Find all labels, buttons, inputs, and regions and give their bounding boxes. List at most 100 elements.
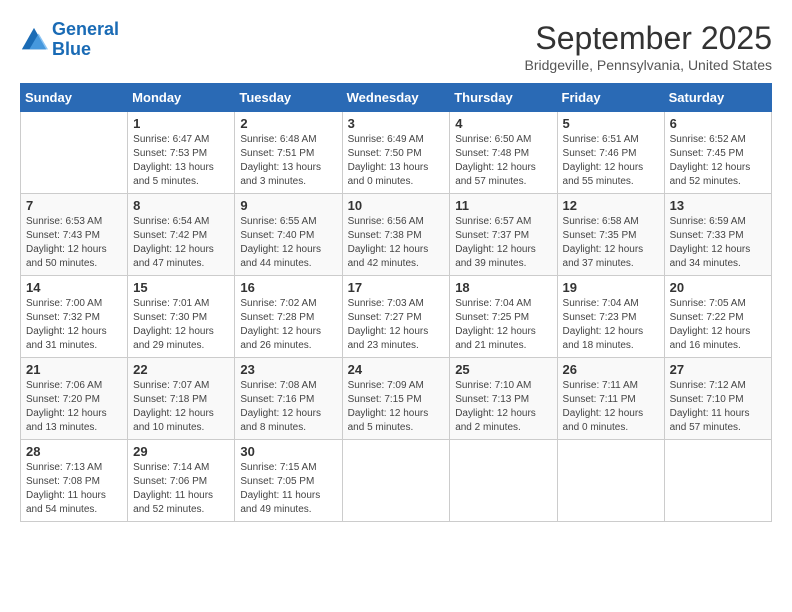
calendar-cell: 29 Sunrise: 7:14 AM Sunset: 7:06 PM Dayli… [128,440,235,522]
page-header: General Blue September 2025 Bridgeville,… [20,20,772,73]
calendar-cell: 30 Sunrise: 7:15 AM Sunset: 7:05 PM Dayli… [235,440,342,522]
calendar-cell: 22Sunrise: 7:07 AM Sunset: 7:18 PM Dayli… [128,358,235,440]
calendar-cell: 12 Sunrise: 6:58 AM Sunset: 7:35 PM Dayli… [557,194,664,276]
day-info: Sunrise: 7:01 AM Sunset: 7:30 PM Dayligh… [133,297,229,353]
day-info: Sunrise: 7:05 AM Sunset: 7:22 PM Dayligh… [670,297,766,353]
title-block: September 2025 Bridgeville, Pennsylvania… [525,20,772,73]
week-row-4: 21 Sunrise: 7:06 AM Sunset: 7:20 PM Dayli… [21,358,772,440]
day-number: 19 [563,280,659,295]
day-number: 21 [26,362,122,377]
calendar-cell: 26 Sunrise: 7:11 AM Sunset: 7:11 PM Dayli… [557,358,664,440]
day-number: 6 [670,116,766,131]
day-info: Sunrise: 7:11 AM Sunset: 7:11 PM Dayligh… [563,379,659,435]
calendar-cell: 18Sunrise: 7:04 AM Sunset: 7:25 PM Dayli… [450,276,557,358]
day-number: 3 [348,116,445,131]
calendar-cell: 21 Sunrise: 7:06 AM Sunset: 7:20 PM Dayli… [21,358,128,440]
day-number: 7 [26,198,122,213]
calendar-cell: 5Sunrise: 6:51 AM Sunset: 7:46 PM Daylig… [557,112,664,194]
calendar-cell: 15 Sunrise: 7:01 AM Sunset: 7:30 PM Dayli… [128,276,235,358]
calendar-cell: 11 Sunrise: 6:57 AM Sunset: 7:37 PM Dayli… [450,194,557,276]
calendar-cell: 13 Sunrise: 6:59 AM Sunset: 7:33 PM Dayli… [664,194,771,276]
calendar-cell: 10 Sunrise: 6:56 AM Sunset: 7:38 PM Dayli… [342,194,450,276]
calendar-cell: 4 Sunrise: 6:50 AM Sunset: 7:48 PM Daylig… [450,112,557,194]
day-number: 25 [455,362,551,377]
calendar-cell: 14Sunrise: 7:00 AM Sunset: 7:32 PM Dayli… [21,276,128,358]
calendar-cell: 9 Sunrise: 6:55 AM Sunset: 7:40 PM Daylig… [235,194,342,276]
calendar-cell [557,440,664,522]
day-number: 11 [455,198,551,213]
day-info: Sunrise: 6:47 AM Sunset: 7:53 PM Dayligh… [133,133,229,189]
calendar-cell: 24Sunrise: 7:09 AM Sunset: 7:15 PM Dayli… [342,358,450,440]
day-number: 23 [240,362,336,377]
day-info: Sunrise: 6:54 AM Sunset: 7:42 PM Dayligh… [133,215,229,271]
day-info: Sunrise: 7:04 AM Sunset: 7:25 PM Dayligh… [455,297,551,353]
day-number: 20 [670,280,766,295]
day-number: 1 [133,116,229,131]
day-number: 13 [670,198,766,213]
day-number: 15 [133,280,229,295]
day-number: 16 [240,280,336,295]
day-number: 10 [348,198,445,213]
day-info: Sunrise: 6:57 AM Sunset: 7:37 PM Dayligh… [455,215,551,271]
calendar-cell [21,112,128,194]
day-info: Sunrise: 6:58 AM Sunset: 7:35 PM Dayligh… [563,215,659,271]
calendar-cell: 2Sunrise: 6:48 AM Sunset: 7:51 PM Daylig… [235,112,342,194]
day-info: Sunrise: 7:15 AM Sunset: 7:05 PM Dayligh… [240,461,336,517]
week-row-5: 28 Sunrise: 7:13 AM Sunset: 7:08 PM Dayli… [21,440,772,522]
day-number: 28 [26,444,122,459]
logo: General Blue [20,20,119,60]
day-info: Sunrise: 7:14 AM Sunset: 7:06 PM Dayligh… [133,461,229,517]
day-info: Sunrise: 7:03 AM Sunset: 7:27 PM Dayligh… [348,297,445,353]
calendar-table: SundayMondayTuesdayWednesdayThursdayFrid… [20,83,772,522]
calendar-cell [450,440,557,522]
day-info: Sunrise: 6:50 AM Sunset: 7:48 PM Dayligh… [455,133,551,189]
logo-text: General Blue [52,20,119,60]
logo-icon [20,26,48,54]
day-number: 4 [455,116,551,131]
day-number: 5 [563,116,659,131]
calendar-cell: 17Sunrise: 7:03 AM Sunset: 7:27 PM Dayli… [342,276,450,358]
day-info: Sunrise: 6:55 AM Sunset: 7:40 PM Dayligh… [240,215,336,271]
day-info: Sunrise: 6:53 AM Sunset: 7:43 PM Dayligh… [26,215,122,271]
calendar-cell: 28 Sunrise: 7:13 AM Sunset: 7:08 PM Dayli… [21,440,128,522]
day-number: 12 [563,198,659,213]
month-year: September 2025 [525,20,772,57]
day-info: Sunrise: 7:08 AM Sunset: 7:16 PM Dayligh… [240,379,336,435]
calendar-cell: 8 Sunrise: 6:54 AM Sunset: 7:42 PM Daylig… [128,194,235,276]
day-info: Sunrise: 7:10 AM Sunset: 7:13 PM Dayligh… [455,379,551,435]
day-info: Sunrise: 6:56 AM Sunset: 7:38 PM Dayligh… [348,215,445,271]
day-info: Sunrise: 7:00 AM Sunset: 7:32 PM Dayligh… [26,297,122,353]
day-info: Sunrise: 6:52 AM Sunset: 7:45 PM Dayligh… [670,133,766,189]
day-info: Sunrise: 6:48 AM Sunset: 7:51 PM Dayligh… [240,133,336,189]
day-number: 26 [563,362,659,377]
calendar-cell: 27 Sunrise: 7:12 AM Sunset: 7:10 PM Dayli… [664,358,771,440]
calendar-cell: 6 Sunrise: 6:52 AM Sunset: 7:45 PM Daylig… [664,112,771,194]
day-header-friday: Friday [557,84,664,112]
day-info: Sunrise: 6:49 AM Sunset: 7:50 PM Dayligh… [348,133,445,189]
day-header-saturday: Saturday [664,84,771,112]
day-number: 27 [670,362,766,377]
day-number: 9 [240,198,336,213]
day-number: 24 [348,362,445,377]
day-info: Sunrise: 7:12 AM Sunset: 7:10 PM Dayligh… [670,379,766,435]
calendar-cell: 19 Sunrise: 7:04 AM Sunset: 7:23 PM Dayli… [557,276,664,358]
day-info: Sunrise: 7:13 AM Sunset: 7:08 PM Dayligh… [26,461,122,517]
day-header-wednesday: Wednesday [342,84,450,112]
day-info: Sunrise: 7:02 AM Sunset: 7:28 PM Dayligh… [240,297,336,353]
calendar-cell: 16 Sunrise: 7:02 AM Sunset: 7:28 PM Dayli… [235,276,342,358]
day-header-monday: Monday [128,84,235,112]
day-info: Sunrise: 6:59 AM Sunset: 7:33 PM Dayligh… [670,215,766,271]
day-number: 8 [133,198,229,213]
day-number: 29 [133,444,229,459]
calendar-header-row: SundayMondayTuesdayWednesdayThursdayFrid… [21,84,772,112]
calendar-cell: 7 Sunrise: 6:53 AM Sunset: 7:43 PM Daylig… [21,194,128,276]
day-info: Sunrise: 7:04 AM Sunset: 7:23 PM Dayligh… [563,297,659,353]
day-header-thursday: Thursday [450,84,557,112]
day-info: Sunrise: 7:06 AM Sunset: 7:20 PM Dayligh… [26,379,122,435]
day-header-tuesday: Tuesday [235,84,342,112]
day-number: 30 [240,444,336,459]
day-header-sunday: Sunday [21,84,128,112]
calendar-cell: 20 Sunrise: 7:05 AM Sunset: 7:22 PM Dayli… [664,276,771,358]
week-row-1: 1 Sunrise: 6:47 AM Sunset: 7:53 PM Daylig… [21,112,772,194]
calendar-cell: 23 Sunrise: 7:08 AM Sunset: 7:16 PM Dayli… [235,358,342,440]
